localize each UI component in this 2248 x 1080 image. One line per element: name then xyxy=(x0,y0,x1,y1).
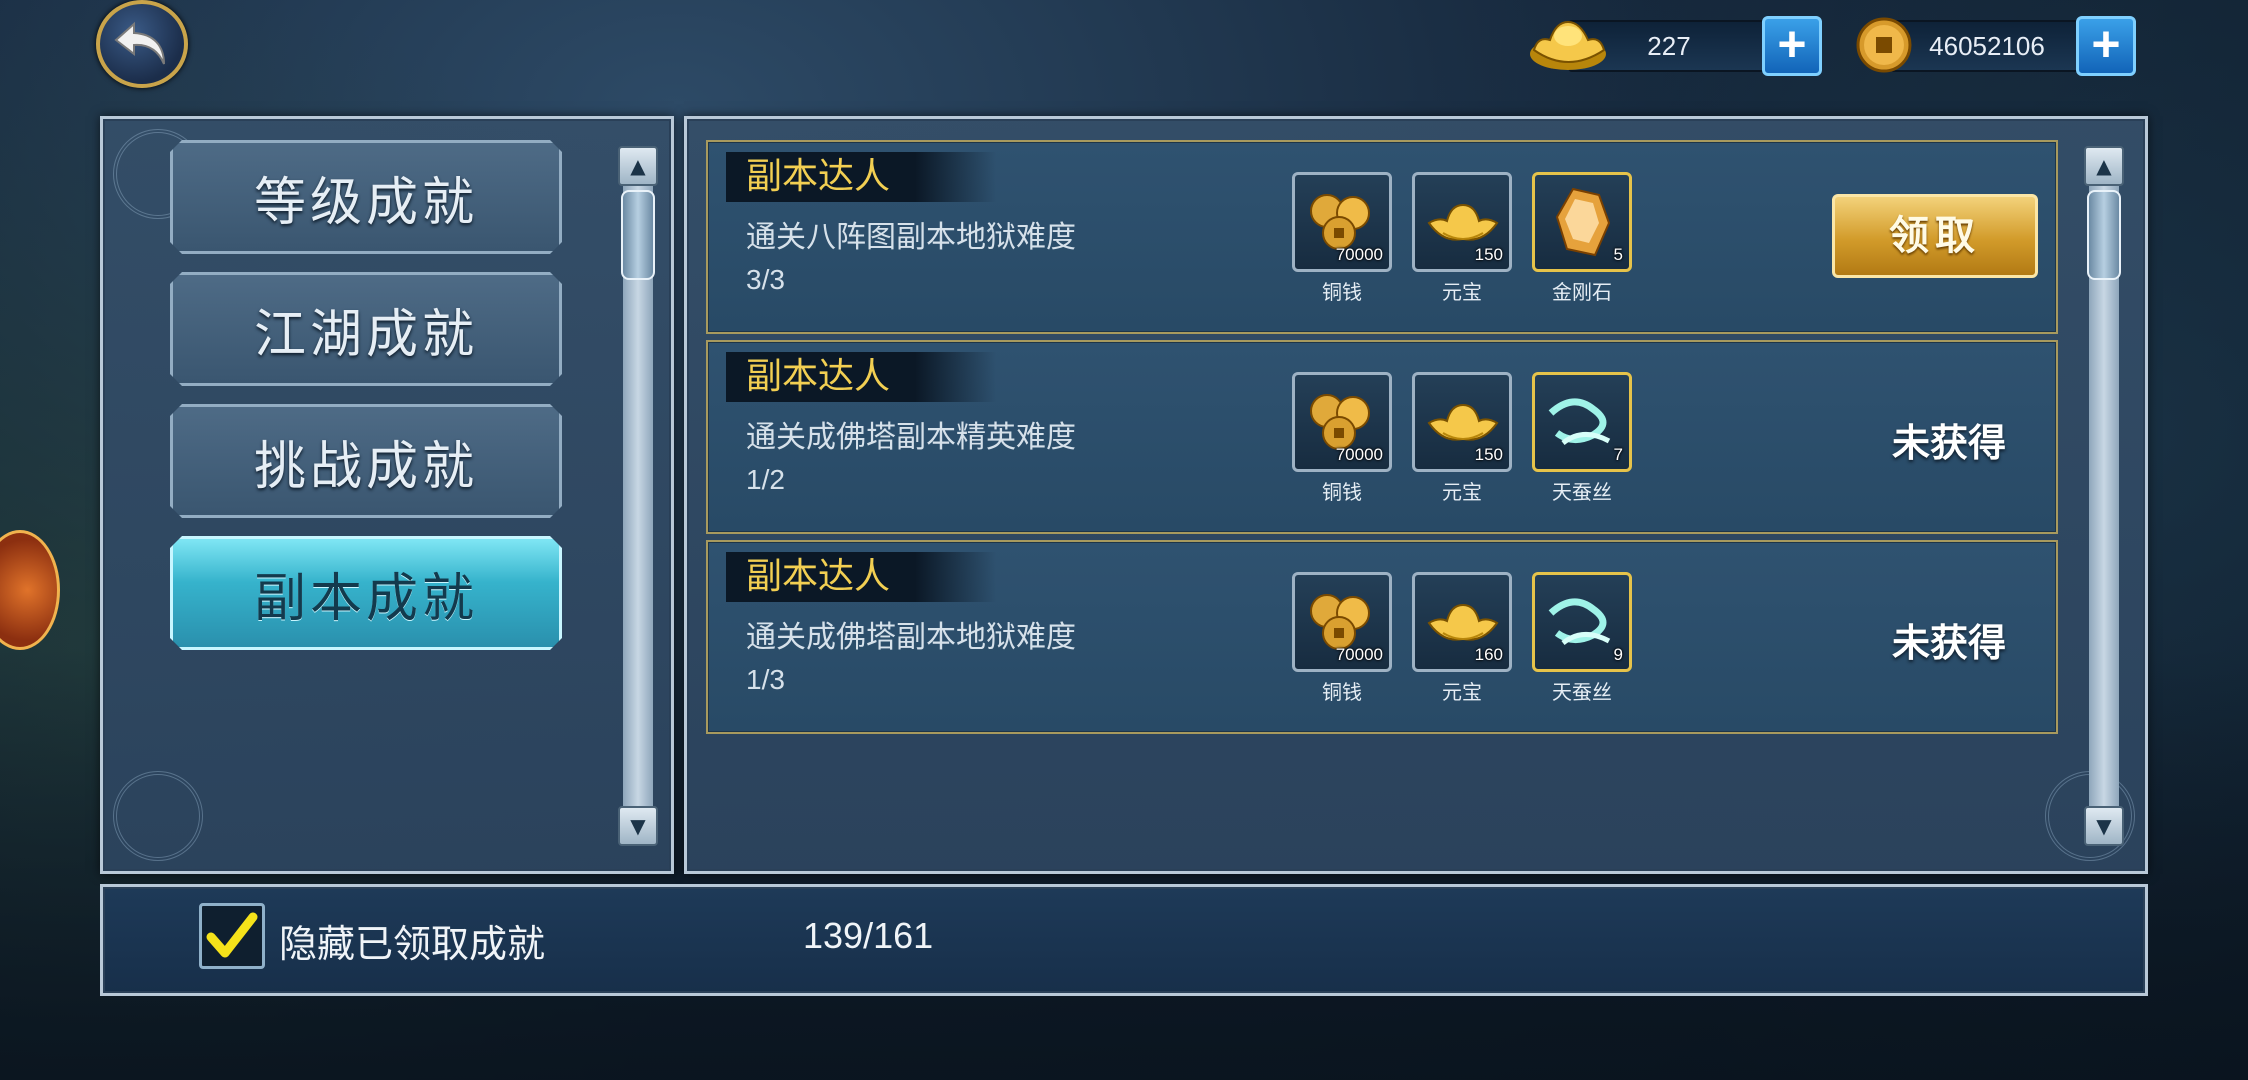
reward-item[interactable]: 160 元宝 xyxy=(1412,572,1512,705)
status-not-obtained: 未获得 xyxy=(1891,621,2006,665)
achievement-count: 139/161 xyxy=(803,915,934,956)
reward-name: 铜钱 xyxy=(1322,480,1362,504)
achievement-progress: 1/2 xyxy=(746,464,785,495)
reward-count: 70000 xyxy=(1335,245,1383,264)
back-arrow-icon xyxy=(114,21,165,65)
reward-count: 9 xyxy=(1613,645,1623,664)
achievement-scroll-thumb[interactable] xyxy=(2087,190,2121,280)
back-button[interactable] xyxy=(96,0,188,88)
reward-item[interactable]: 7 天蚕丝 xyxy=(1532,372,1632,505)
achievement-title: 副本达人 xyxy=(726,352,996,402)
copper-coin-icon xyxy=(1856,17,1912,73)
cloud-ornament xyxy=(113,771,203,861)
silk-thread-icon xyxy=(1548,598,1611,646)
silk-thread-icon xyxy=(1548,398,1611,446)
reward-count: 150 xyxy=(1474,445,1503,464)
reward-item[interactable]: 5 金刚石 xyxy=(1532,172,1632,305)
category-scroll-up-button[interactable]: ▲ xyxy=(618,146,658,186)
tab-level-achievement[interactable]: 等级成就 xyxy=(170,140,562,254)
add-gold-button[interactable]: + xyxy=(1762,16,1822,76)
category-scroll-down-button[interactable]: ▼ xyxy=(618,806,658,846)
reward-name: 天蚕丝 xyxy=(1552,480,1612,504)
hide-claimed-label: 隐藏已领取成就 xyxy=(279,922,546,966)
achievement-title: 副本达人 xyxy=(726,152,996,202)
reward-item[interactable]: 70000 铜钱 xyxy=(1292,372,1392,505)
achievement-scroll-up-button[interactable]: ▲ xyxy=(2084,146,2124,186)
footer-bar: 隐藏已领取成就 139/161 xyxy=(100,884,2148,996)
reward-count: 160 xyxy=(1474,645,1503,664)
claim-button[interactable]: 领取 xyxy=(1832,194,2038,278)
achievement-scroll-down-button[interactable]: ▼ xyxy=(2084,806,2124,846)
add-copper-button[interactable]: + xyxy=(2076,16,2136,76)
hide-claimed-checkbox[interactable] xyxy=(199,903,265,969)
achievement-description: 通关八阵图副本地狱难度 xyxy=(746,220,1076,255)
achievement-progress: 1/3 xyxy=(746,664,785,695)
status-not-obtained: 未获得 xyxy=(1891,421,2006,465)
diamond-stone-icon xyxy=(1555,187,1611,257)
tab-challenge-achievement[interactable]: 挑战成就 xyxy=(170,404,562,518)
achievement-description: 通关成佛塔副本地狱难度 xyxy=(746,620,1076,655)
achievement-description: 通关成佛塔副本精英难度 xyxy=(746,420,1076,455)
achievement-row: 副本达人 通关成佛塔副本地狱难度 1/3 70000 铜钱 160 元宝 9 天… xyxy=(706,540,2058,734)
reward-name: 铜钱 xyxy=(1322,280,1362,304)
reward-name: 金刚石 xyxy=(1552,280,1612,304)
reward-count: 5 xyxy=(1613,245,1623,264)
gold-ingot-icon xyxy=(1530,20,1606,70)
reward-item[interactable]: 70000 铜钱 xyxy=(1292,172,1392,305)
achievement-row: 副本达人 通关成佛塔副本精英难度 1/2 70000 铜钱 150 元宝 7 天… xyxy=(706,340,2058,534)
reward-name: 元宝 xyxy=(1442,280,1482,304)
reward-item[interactable]: 9 天蚕丝 xyxy=(1532,572,1632,705)
reward-item[interactable]: 70000 铜钱 xyxy=(1292,572,1392,705)
tab-dungeon-achievement[interactable]: 副本成就 xyxy=(170,536,562,650)
tab-jianghu-achievement[interactable]: 江湖成就 xyxy=(170,272,562,386)
category-scroll-thumb[interactable] xyxy=(621,190,655,280)
checkmark-icon xyxy=(206,912,258,958)
achievement-title: 副本达人 xyxy=(726,552,996,602)
achievement-row: 副本达人 通关八阵图副本地狱难度 3/3 70000 铜钱 150 元宝 5 金… xyxy=(706,140,2058,334)
reward-count: 7 xyxy=(1613,445,1623,464)
copper-coin-currency: 46052106 + xyxy=(1850,14,2136,76)
reward-count: 150 xyxy=(1474,245,1503,264)
reward-name: 天蚕丝 xyxy=(1552,680,1612,704)
reward-item[interactable]: 150 元宝 xyxy=(1412,172,1512,305)
gold-ingot-currency: 227 + xyxy=(1528,14,1822,76)
reward-count: 70000 xyxy=(1335,645,1383,664)
reward-item[interactable]: 150 元宝 xyxy=(1412,372,1512,505)
reward-name: 元宝 xyxy=(1442,680,1482,704)
reward-name: 元宝 xyxy=(1442,480,1482,504)
reward-name: 铜钱 xyxy=(1322,680,1362,704)
achievement-progress: 3/3 xyxy=(746,264,785,295)
reward-count: 70000 xyxy=(1335,445,1383,464)
